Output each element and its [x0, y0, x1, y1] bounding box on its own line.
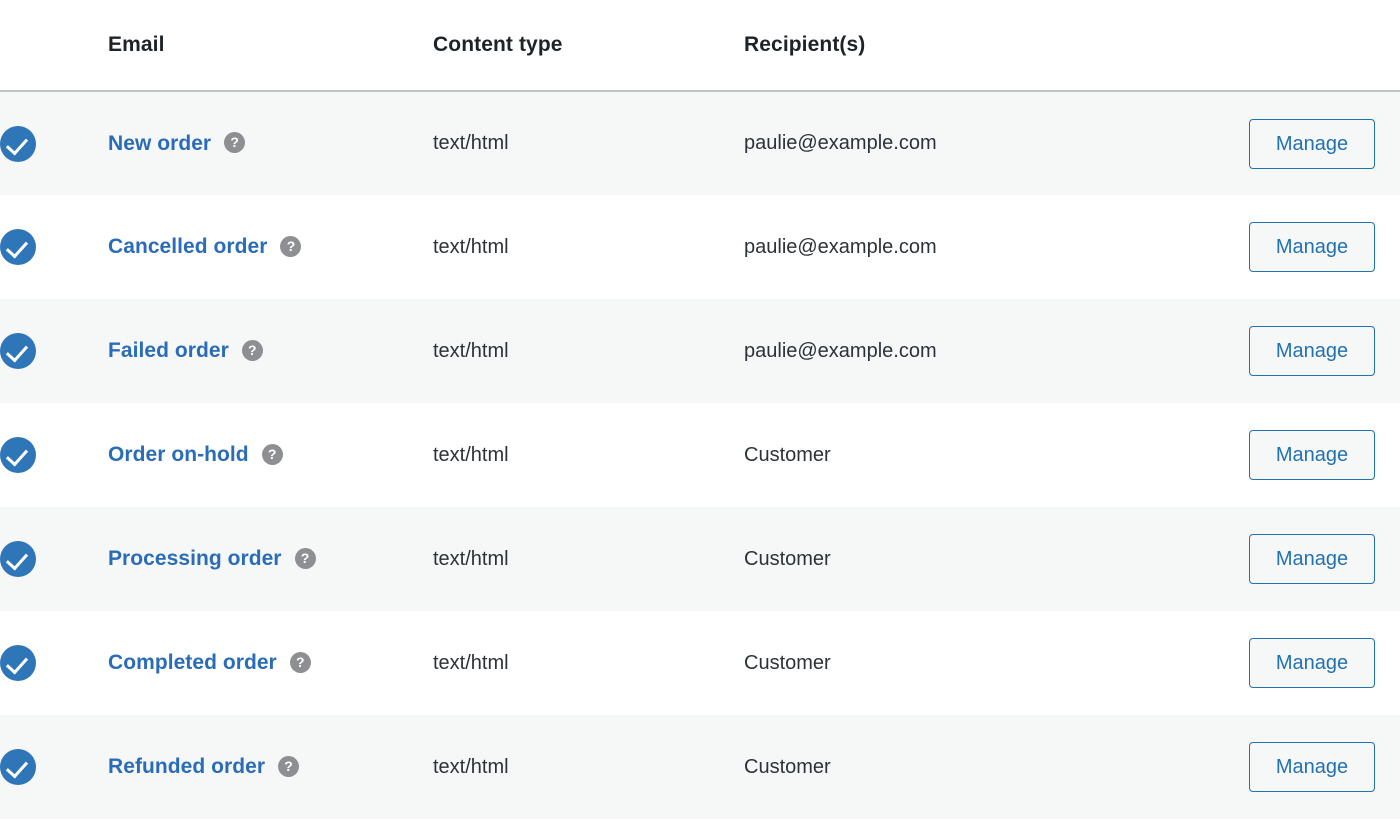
check-circle-icon[interactable] [0, 541, 36, 577]
email-enabled-cell [0, 611, 108, 715]
manage-button[interactable]: Manage [1249, 742, 1375, 792]
table-row: Cancelled order? text/html paulie@example.… [0, 195, 1400, 299]
email-name-link[interactable]: Processing order [108, 547, 282, 570]
content-type-cell: text/html [433, 403, 744, 507]
table-row: Refunded order? text/html Customer Manage [0, 715, 1400, 819]
email-enabled-cell [0, 715, 108, 819]
content-type-cell: text/html [433, 715, 744, 819]
check-circle-icon[interactable] [0, 333, 36, 369]
manage-button[interactable]: Manage [1249, 430, 1375, 480]
recipient-cell: Customer [744, 715, 1249, 819]
content-type-value: text/html [433, 755, 509, 778]
help-icon[interactable]: ? [280, 235, 302, 257]
content-type-cell: text/html [433, 611, 744, 715]
email-enabled-cell [0, 507, 108, 611]
email-notifications-table: Email Content type Recipient(s) New orde… [0, 0, 1400, 819]
recipient-value: paulie@example.com [744, 132, 937, 154]
email-name-cell: Cancelled order? [108, 195, 433, 299]
help-icon[interactable]: ? [241, 339, 263, 361]
content-type-cell: text/html [433, 91, 744, 195]
table-row: Order on-hold? text/html Customer Manage [0, 403, 1400, 507]
help-icon[interactable]: ? [261, 443, 283, 465]
email-enabled-cell [0, 195, 108, 299]
actions-cell: Manage [1249, 299, 1400, 403]
content-type-value: text/html [433, 547, 509, 570]
email-name-link[interactable]: Order on-hold [108, 443, 249, 466]
email-enabled-cell [0, 299, 108, 403]
recipient-value: paulie@example.com [744, 235, 937, 258]
recipient-value: Customer [744, 547, 831, 570]
recipient-value: paulie@example.com [744, 339, 937, 362]
email-name-link[interactable]: Completed order [108, 651, 277, 674]
table-row: New order? text/html paulie@example.com Man… [0, 91, 1400, 195]
manage-button[interactable]: Manage [1249, 638, 1375, 688]
table-row: Processing order? text/html Customer Manage [0, 507, 1400, 611]
recipient-value: Customer [744, 755, 831, 778]
manage-button[interactable]: Manage [1249, 326, 1375, 376]
email-name-cell: Completed order? [108, 611, 433, 715]
recipient-cell: Customer [744, 611, 1249, 715]
check-circle-icon[interactable] [0, 437, 36, 473]
actions-cell: Manage [1249, 507, 1400, 611]
table-row: Failed order? text/html paulie@example.com… [0, 299, 1400, 403]
actions-cell: Manage [1249, 611, 1400, 715]
table-body: New order? text/html paulie@example.com Man… [0, 91, 1400, 819]
email-enabled-cell [0, 403, 108, 507]
manage-button[interactable]: Manage [1249, 118, 1375, 169]
recipient-value: Customer [744, 651, 831, 674]
column-header-recipients: Recipient(s) [744, 0, 1249, 92]
actions-cell: Manage [1249, 403, 1400, 507]
column-header-email: Email [108, 0, 433, 92]
recipient-cell: paulie@example.com [744, 91, 1249, 195]
email-name-cell: Order on-hold? [108, 403, 433, 507]
email-name-cell: Processing order? [108, 507, 433, 611]
content-type-cell: text/html [433, 507, 744, 611]
table-header-row: Email Content type Recipient(s) [0, 0, 1400, 92]
recipient-cell: Customer [744, 403, 1249, 507]
email-name-link[interactable]: Failed order [108, 339, 229, 362]
column-header-actions [1249, 0, 1400, 92]
email-name-link[interactable]: Cancelled order [108, 235, 267, 258]
content-type-cell: text/html [433, 195, 744, 299]
recipient-value: Customer [744, 443, 831, 466]
help-icon[interactable]: ? [294, 547, 316, 569]
email-name-link[interactable]: Refunded order [108, 755, 265, 778]
email-name-cell: New order? [108, 91, 433, 195]
content-type-value: text/html [433, 339, 509, 362]
recipient-cell: paulie@example.com [744, 195, 1249, 299]
recipient-cell: Customer [744, 507, 1249, 611]
actions-cell: Manage [1249, 91, 1400, 195]
table-row: Completed order? text/html Customer Manage [0, 611, 1400, 715]
check-circle-icon[interactable] [0, 229, 36, 265]
check-circle-icon[interactable] [0, 125, 36, 162]
content-type-value: text/html [433, 235, 509, 258]
column-header-content-type: Content type [433, 0, 744, 92]
content-type-cell: text/html [433, 299, 744, 403]
table-header: Email Content type Recipient(s) [0, 0, 1400, 92]
actions-cell: Manage [1249, 715, 1400, 819]
column-header-status [0, 0, 108, 92]
email-name-cell: Failed order? [108, 299, 433, 403]
manage-button[interactable]: Manage [1249, 222, 1375, 272]
recipient-cell: paulie@example.com [744, 299, 1249, 403]
help-icon[interactable]: ? [289, 651, 311, 673]
check-circle-icon[interactable] [0, 749, 36, 785]
manage-button[interactable]: Manage [1249, 534, 1375, 584]
check-circle-icon[interactable] [0, 645, 36, 681]
help-icon[interactable]: ? [278, 755, 300, 777]
content-type-value: text/html [433, 132, 509, 154]
email-enabled-cell [0, 91, 108, 195]
email-name-cell: Refunded order? [108, 715, 433, 819]
email-name-link[interactable]: New order [108, 132, 211, 155]
actions-cell: Manage [1249, 195, 1400, 299]
content-type-value: text/html [433, 443, 509, 466]
help-icon[interactable]: ? [224, 132, 246, 153]
content-type-value: text/html [433, 651, 509, 674]
